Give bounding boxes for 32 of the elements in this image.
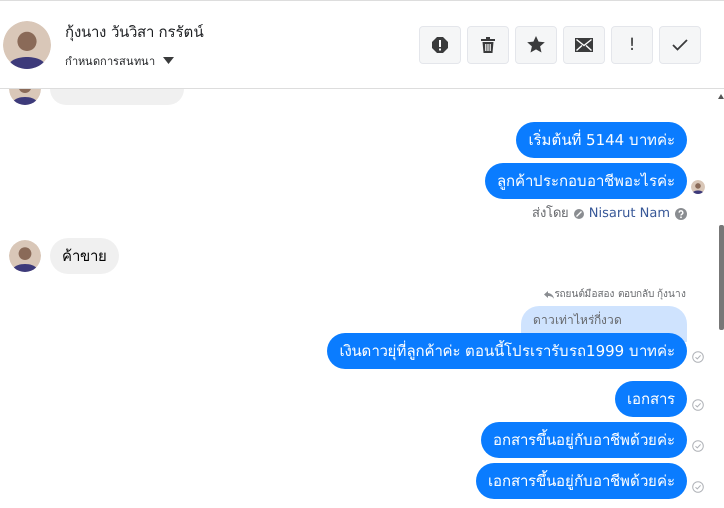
checkmark-icon xyxy=(672,38,688,50)
alert-icon xyxy=(431,36,449,54)
trash-icon xyxy=(480,36,496,54)
caret-icon xyxy=(163,57,174,64)
message-bubble: เริ่มต้นที่ 5144 บาทค่ะ xyxy=(516,122,687,158)
conversation-settings-dropdown[interactable]: กำหนดการสนทนา xyxy=(65,52,419,70)
message-bubble: ค้าขาย xyxy=(50,238,119,274)
message-bubble: เงินดาวยุ่ที่ลูกค้าค่ะ ตอนนี้โปรเรารับรถ1999 บาทค่ะ xyxy=(327,333,687,369)
reply-label: รถยนต์มือสอง ตอบกลับ กุ้งนาง xyxy=(554,288,686,301)
star-icon xyxy=(527,36,545,53)
report-button[interactable] xyxy=(419,26,461,64)
sender-avatar xyxy=(9,89,41,105)
envelope-icon xyxy=(575,38,593,52)
scroll-up-arrow-icon[interactable] xyxy=(718,94,724,99)
reply-arrow-icon xyxy=(544,290,554,298)
verified-icon xyxy=(574,209,584,219)
sender-name[interactable]: Nisarut Nam xyxy=(588,206,670,222)
message-bubble: เอกสารขึ้นอยู่กับอาชีพด้วยค่ะ xyxy=(476,463,687,499)
scrollbar-thumb[interactable] xyxy=(719,225,724,330)
message-bubble: อกสารขึ้นอยู่กับอาชีพด้วยค่ะ xyxy=(481,422,687,458)
message-bubble: เอกสาร xyxy=(615,381,687,417)
profile-avatar xyxy=(3,20,51,68)
message-bubble: ลูกค้าประกอบอาชีพอะไรค่ะ xyxy=(485,163,687,199)
contact-name: กุ้งนาง วันวิสา กรรัตน์ xyxy=(65,22,205,44)
help-icon[interactable] xyxy=(675,208,687,220)
sent-by-label: ส่งโดย xyxy=(532,206,569,222)
delete-button[interactable] xyxy=(467,26,509,64)
star-button[interactable] xyxy=(515,26,557,64)
sender-avatar xyxy=(9,240,41,272)
done-button[interactable] xyxy=(659,26,701,64)
mark-unread-button[interactable] xyxy=(563,26,605,64)
important-button[interactable]: ! xyxy=(611,26,653,64)
